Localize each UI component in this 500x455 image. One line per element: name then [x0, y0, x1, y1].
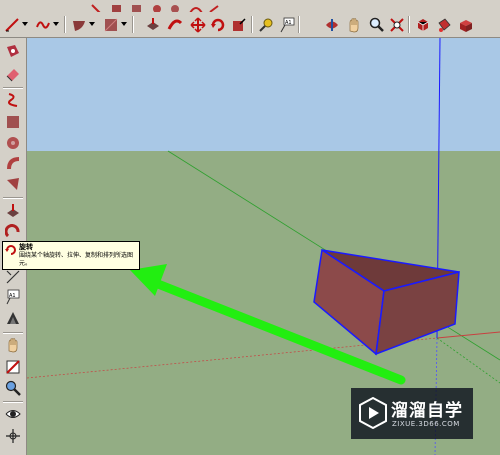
text-icon[interactable]: A1 [4, 288, 22, 306]
rectangle-icon[interactable] [4, 113, 22, 131]
section-plane-icon[interactable] [4, 358, 22, 376]
arc-icon[interactable] [69, 15, 88, 34]
watermark-title: 溜溜自学 [391, 401, 463, 421]
text-icon[interactable]: A1 [277, 15, 296, 34]
pan-icon[interactable] [344, 15, 363, 34]
toolbar-separator [64, 16, 65, 33]
toolbar-separator [298, 16, 299, 33]
orbit-icon[interactable] [322, 15, 341, 34]
toolbar-separator [3, 197, 23, 198]
toolbar-separator [3, 332, 23, 333]
rectangle-dropdown-arrow[interactable] [121, 22, 127, 26]
tape-measure-icon[interactable] [256, 15, 275, 34]
scale-icon[interactable] [229, 15, 248, 34]
zoom-icon[interactable] [366, 15, 385, 34]
zoom-icon[interactable] [4, 379, 22, 397]
model-info-icon[interactable] [413, 15, 432, 34]
toolbar-separator [3, 87, 23, 88]
follow-me-icon[interactable] [4, 223, 22, 241]
scale-icon[interactable] [4, 268, 22, 286]
rotate-icon[interactable] [208, 15, 227, 34]
tooltip-description: 围绕某个轴旋转、拉伸、复制和排列所选图元。 [19, 252, 134, 267]
toolbar-separator [3, 401, 23, 402]
line-icon[interactable] [2, 15, 21, 34]
paint-bucket-icon[interactable] [434, 15, 453, 34]
protractor-icon[interactable] [4, 309, 22, 327]
toolbar-separator [251, 16, 252, 33]
eraser-icon[interactable] [4, 65, 22, 83]
freehand-dropdown-arrow[interactable] [53, 22, 59, 26]
rectangle-icon[interactable] [101, 15, 120, 34]
toolbar-separator [132, 16, 133, 33]
arc-icon[interactable] [4, 154, 22, 172]
rotate-tooltip: 旋转 围绕某个轴旋转、拉伸、复制和排列所选图元。 [2, 241, 140, 270]
svg-text:A1: A1 [285, 20, 292, 26]
polygon-icon[interactable] [4, 175, 22, 193]
rotate-icon [5, 245, 16, 255]
zoom-extents-icon[interactable] [387, 15, 406, 34]
line-dropdown-arrow[interactable] [22, 22, 28, 26]
circle-icon[interactable] [4, 134, 22, 152]
push-pull-icon[interactable] [4, 202, 22, 220]
push-pull-icon[interactable] [143, 15, 162, 34]
components-icon[interactable] [456, 15, 475, 34]
move-icon[interactable] [188, 15, 207, 34]
follow-me-icon[interactable] [165, 15, 184, 34]
toolbar-separator [408, 16, 409, 33]
freehand-icon[interactable] [33, 15, 52, 34]
watermark-logo-icon [359, 397, 387, 429]
pan-icon[interactable] [4, 336, 22, 354]
freehand-icon[interactable] [4, 91, 22, 109]
watermark-subtitle: ZIXUE.3D66.COM [392, 420, 460, 428]
arc-dropdown-arrow[interactable] [89, 22, 95, 26]
look-around-icon[interactable] [4, 405, 22, 423]
make-component-icon[interactable] [4, 42, 22, 60]
position-camera-icon[interactable] [4, 427, 22, 445]
sky [27, 38, 500, 151]
main-toolbar: A1 [0, 12, 500, 38]
watermark: 溜溜自学 ZIXUE.3D66.COM [351, 388, 473, 439]
tooltip-title: 旋转 [19, 243, 33, 251]
